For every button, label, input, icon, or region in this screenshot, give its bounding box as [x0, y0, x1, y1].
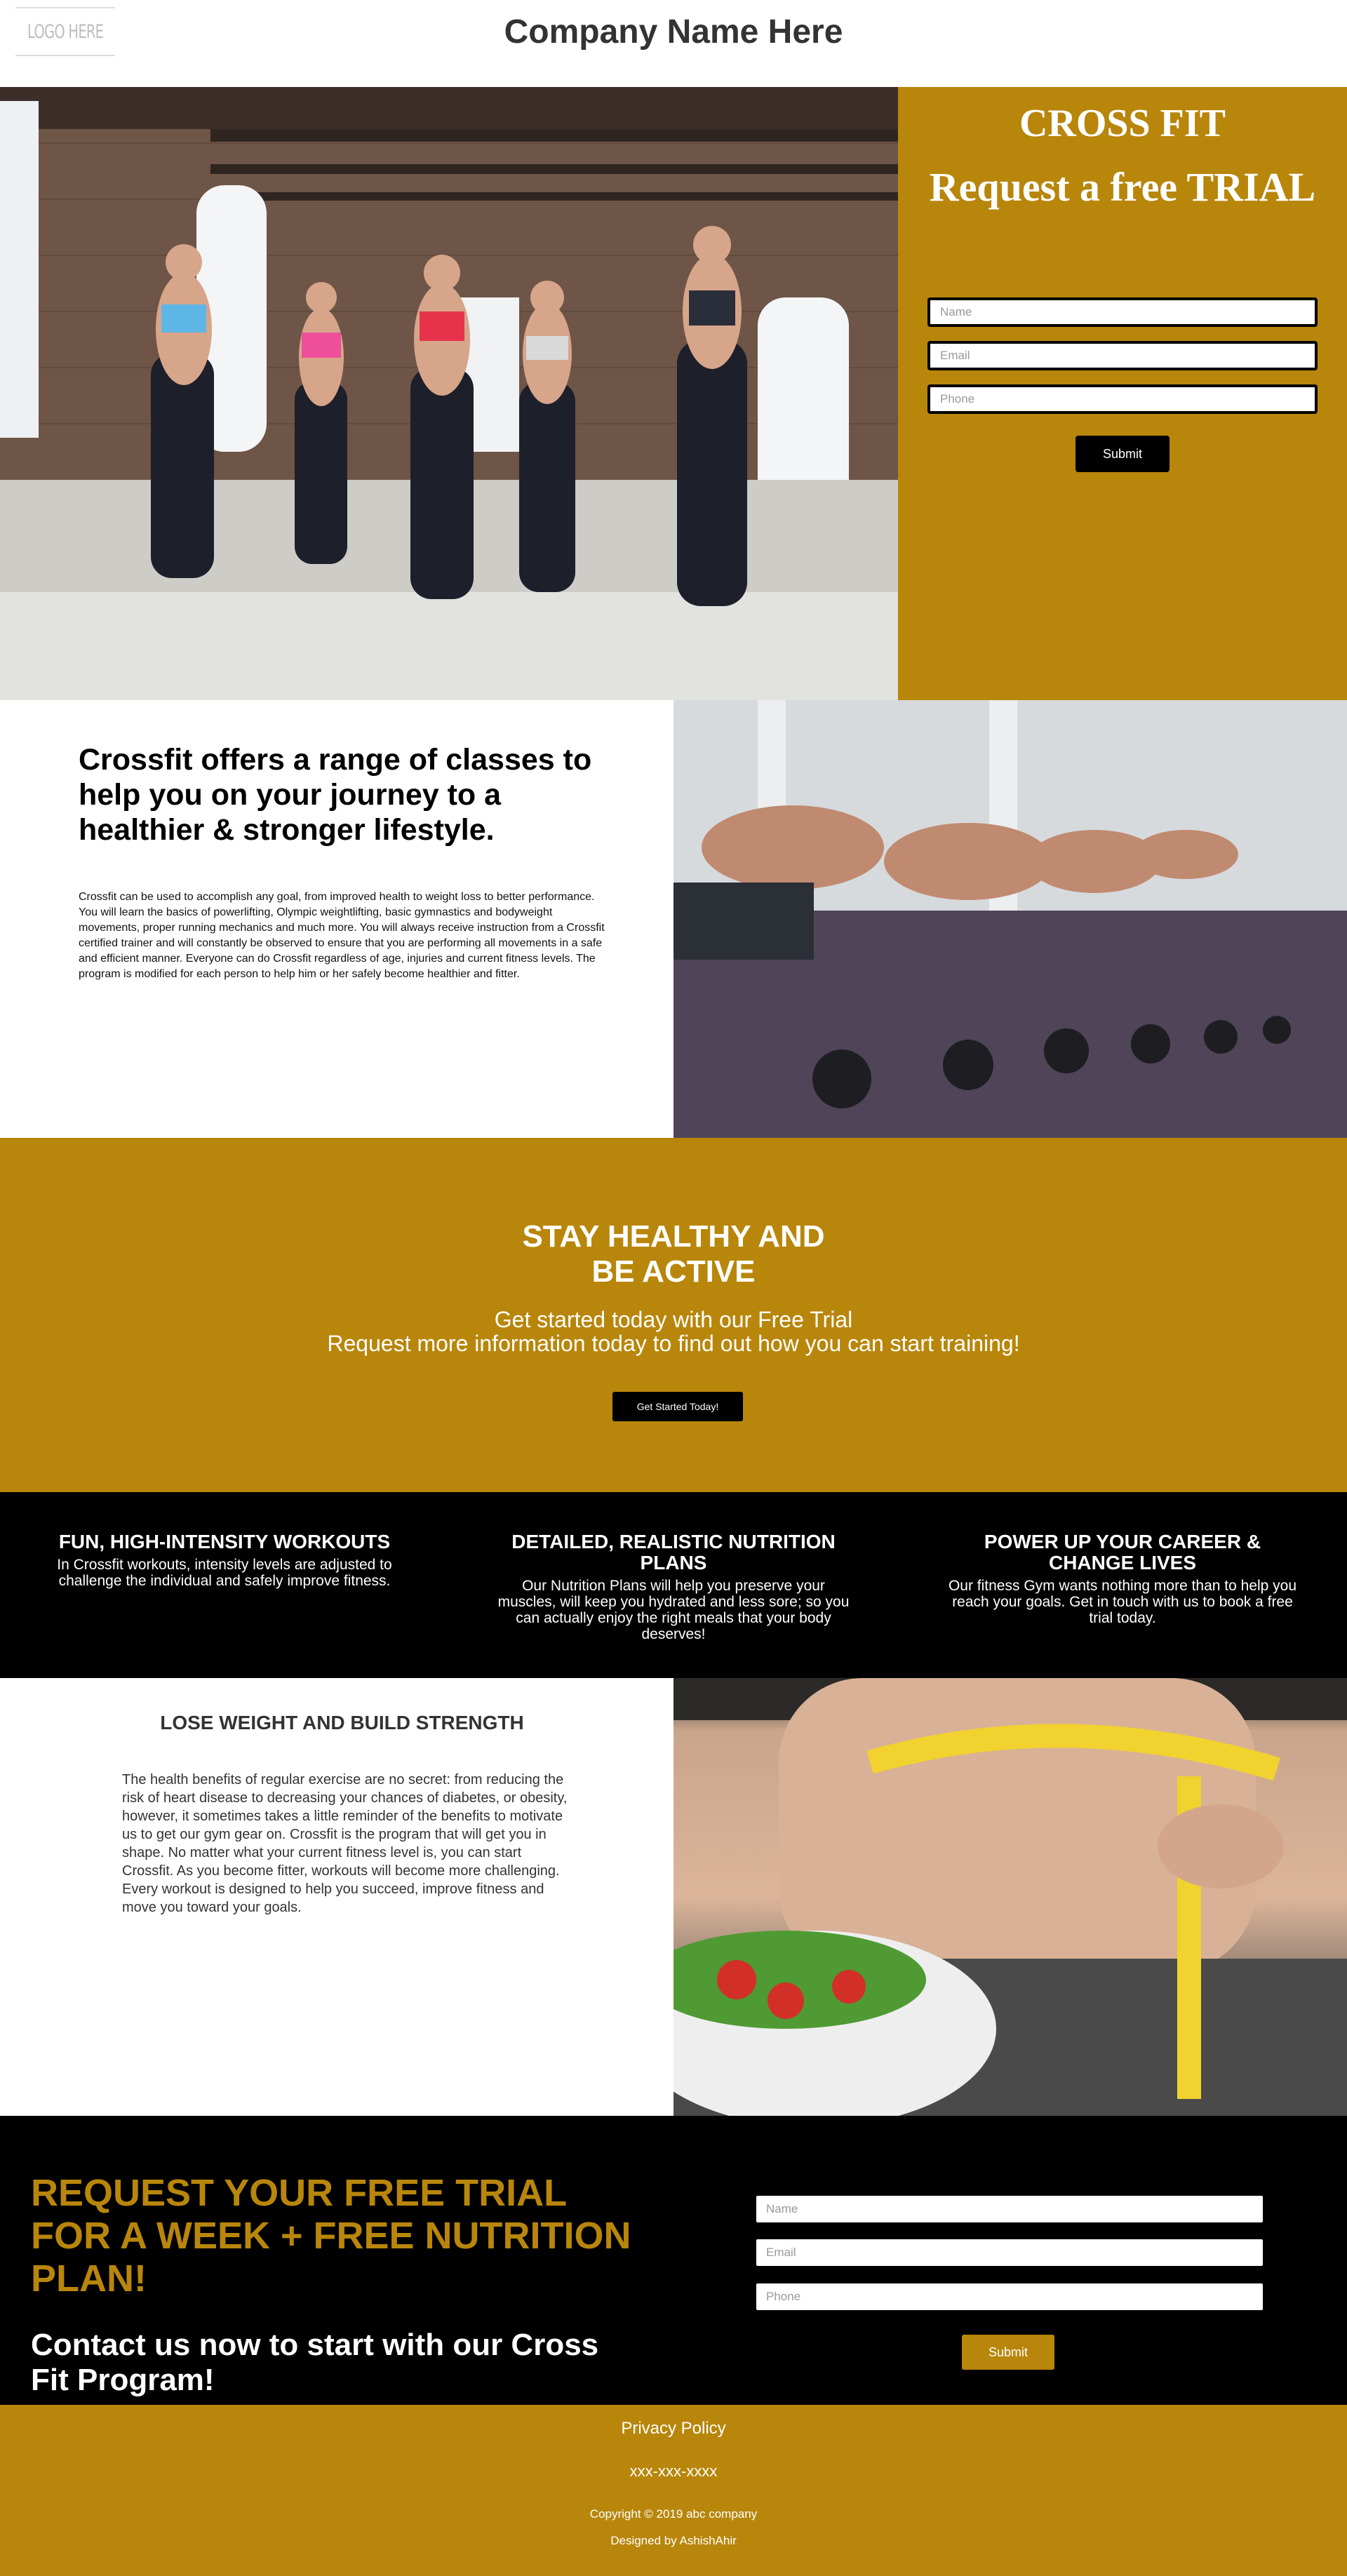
- site-header: LOGO HERE Company Name Here: [0, 0, 1347, 87]
- lose-weight-section: LOSE WEIGHT AND BUILD STRENGTH The healt…: [0, 1678, 674, 2116]
- trial-submit-button[interactable]: Submit: [962, 2335, 1054, 2370]
- hero-submit-button[interactable]: Submit: [1075, 436, 1170, 472]
- lose-weight-photo: [674, 1678, 1347, 2116]
- hero-photo-illustration: [0, 87, 898, 700]
- lose-photo-illustration: [674, 1678, 1347, 2116]
- intro-plank-photo: [674, 700, 1347, 1138]
- feature-workouts: FUN, HIGH-INTENSITY WORKOUTS In Crossfit…: [42, 1531, 407, 1590]
- hero-name-input[interactable]: [927, 297, 1318, 327]
- lose-body: The health benefits of regular exercise …: [122, 1772, 568, 1915]
- hero-title: CROSS FIT: [1019, 102, 1226, 145]
- privacy-policy-link[interactable]: Privacy Policy: [0, 2419, 1347, 2439]
- feature-title: DETAILED, REALISTIC NUTRITION PLANS: [511, 1531, 836, 1574]
- trial-cta: Contact us now to start with our Cross F…: [31, 2328, 599, 2397]
- stay-title-line2: BE ACTIVE: [591, 1254, 756, 1289]
- stay-title: STAY HEALTHY AND BE ACTIVE: [0, 1219, 1347, 1289]
- footer-copyright: Copyright © 2019 abc company: [589, 2507, 758, 2521]
- site-footer: Privacy Policy xxx-xxx-xxxx Copyright © …: [0, 2405, 1347, 2576]
- features-section: FUN, HIGH-INTENSITY WORKOUTS In Crossfit…: [0, 1492, 1347, 1678]
- lose-heading: LOSE WEIGHT AND BUILD STRENGTH: [160, 1712, 524, 1733]
- trial-email-input[interactable]: [756, 2239, 1263, 2266]
- feature-title: POWER UP YOUR CAREER & CHANGE LIVES: [984, 1531, 1261, 1574]
- stay-sub-line2: Request more information today to find o…: [327, 1331, 1020, 1356]
- stay-sub-line1: Get started today with our Free Trial: [494, 1307, 853, 1332]
- feature-career: POWER UP YOUR CAREER & CHANGE LIVES Our …: [940, 1531, 1305, 1627]
- trial-section: REQUEST YOUR FREE TRIAL FOR A WEEK + FRE…: [0, 2116, 1347, 2405]
- trial-name-input[interactable]: [756, 2196, 1263, 2222]
- hero-email-input[interactable]: [927, 341, 1318, 370]
- get-started-button[interactable]: Get Started Today!: [612, 1392, 743, 1421]
- footer-phone: xxx-xxx-xxxx: [629, 2462, 718, 2480]
- stay-title-line1: STAY HEALTHY AND: [522, 1219, 825, 1254]
- intro-section: Crossfit offers a range of classes to he…: [0, 700, 674, 1138]
- company-name: Company Name Here: [504, 13, 843, 51]
- hero-phone-input[interactable]: [927, 384, 1318, 414]
- trial-phone-input[interactable]: [756, 2283, 1263, 2310]
- intro-photo-illustration: [674, 700, 1347, 1138]
- intro-body: Crossfit can be used to accomplish any g…: [79, 891, 605, 980]
- stay-healthy-section: STAY HEALTHY AND BE ACTIVE Get started t…: [0, 1138, 1347, 1492]
- intro-heading: Crossfit offers a range of classes to he…: [79, 743, 592, 847]
- trial-headline: REQUEST YOUR FREE TRIAL FOR A WEEK + FRE…: [31, 2172, 631, 2300]
- stay-subtitle: Get started today with our Free Trial Re…: [0, 1308, 1347, 1355]
- hero-gym-photo: [0, 87, 898, 700]
- feature-nutrition: DETAILED, REALISTIC NUTRITION PLANS Our …: [491, 1531, 856, 1643]
- hero-trial-panel: CROSS FIT Request a free TRIAL Submit: [898, 87, 1347, 700]
- feature-body: Our Nutrition Plans will help you preser…: [497, 1578, 850, 1642]
- footer-designed-by: Designed by AshishAhir: [610, 2534, 737, 2547]
- feature-title: FUN, HIGH-INTENSITY WORKOUTS: [58, 1531, 391, 1552]
- feature-body: In Crossfit workouts, intensity levels a…: [57, 1557, 392, 1589]
- hero-subtitle: Request a free TRIAL: [929, 164, 1316, 210]
- feature-body: Our fitness Gym wants nothing more than …: [948, 1578, 1297, 1626]
